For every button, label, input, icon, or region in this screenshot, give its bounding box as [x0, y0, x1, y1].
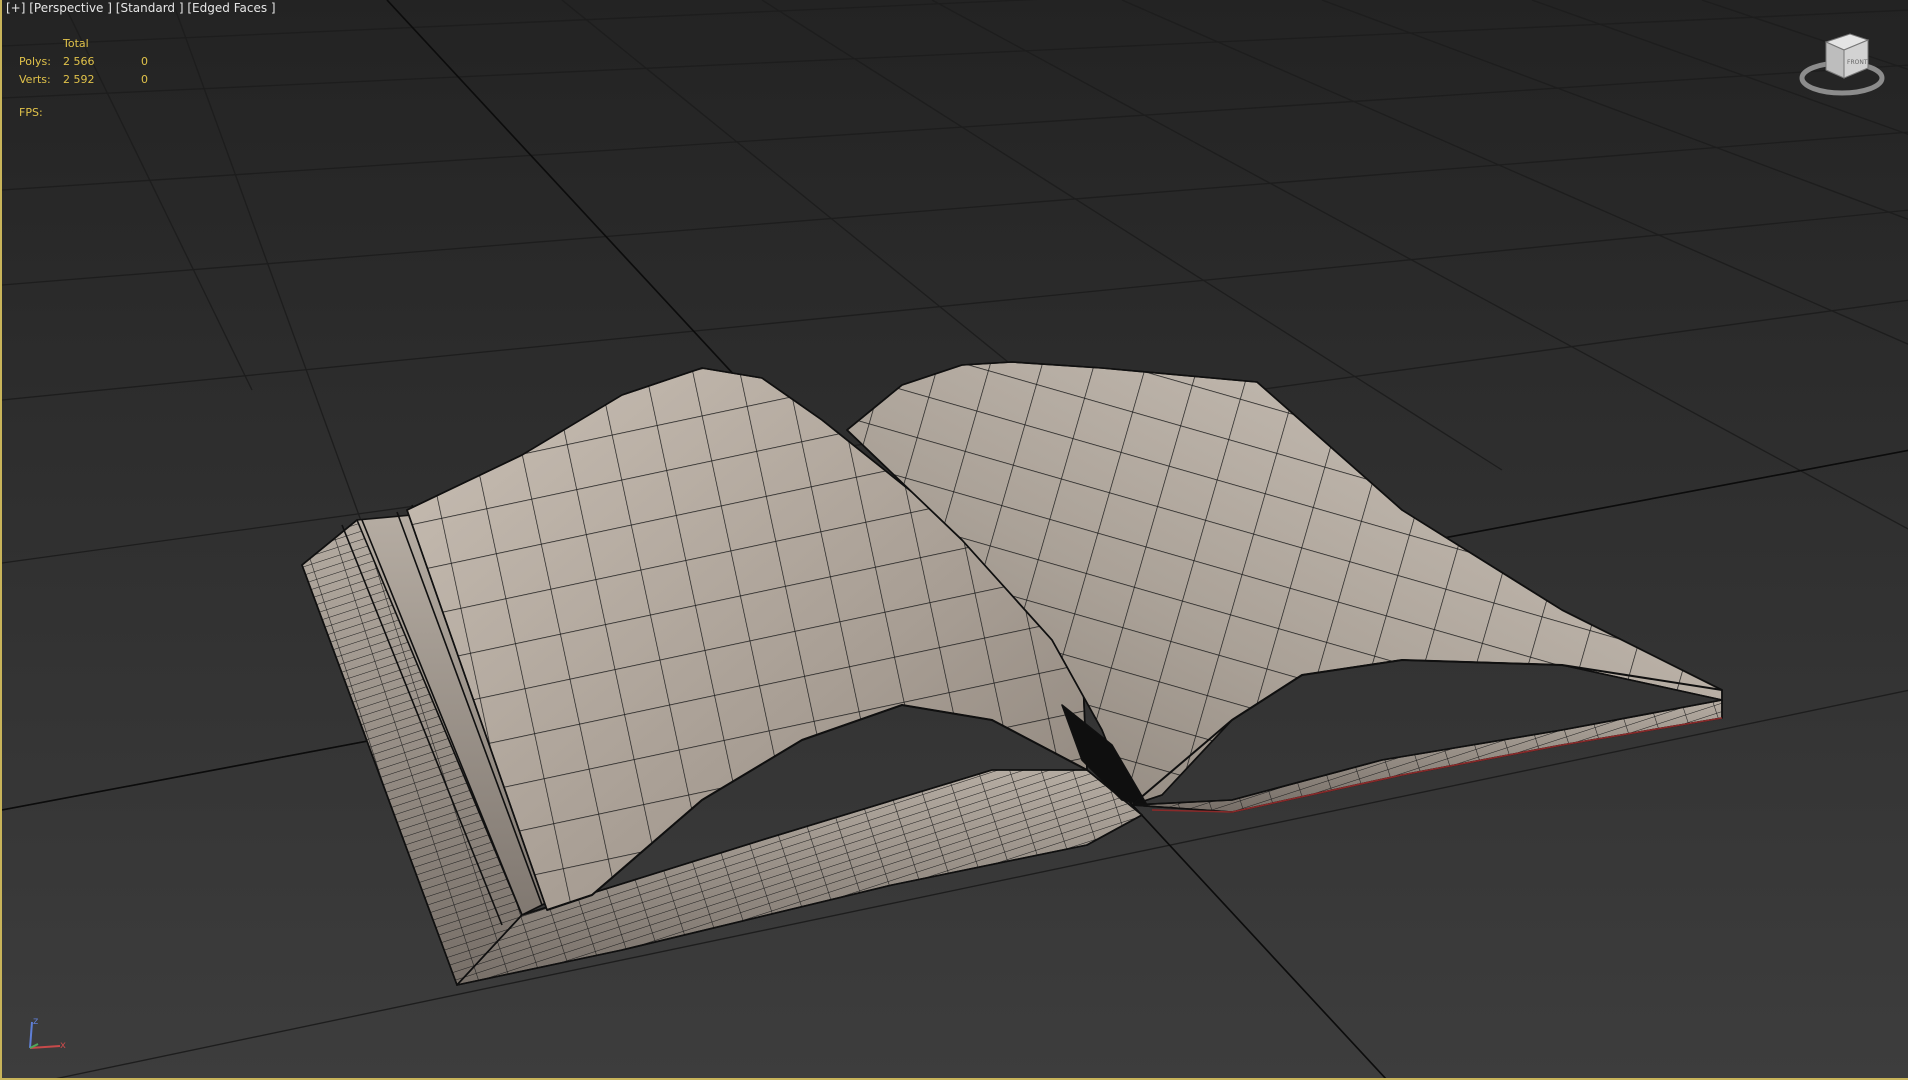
stats-verts-label: Verts:	[19, 73, 51, 86]
viewcube-face-label: FRONT	[1847, 59, 1868, 66]
stats-polys-total: 2 566	[63, 55, 95, 68]
axis-z-label: z	[33, 1016, 38, 1027]
viewcube-icon[interactable]: FRONT	[1794, 26, 1890, 102]
stats-polys-label: Polys:	[19, 55, 51, 68]
scene-statistics: Total Polys: 2 566 0 Verts: 2 592 0	[19, 35, 171, 89]
viewport-view-menu[interactable]: [Perspective ]	[29, 1, 112, 15]
stats-polys-row: Polys: 2 566 0	[19, 53, 171, 71]
stats-total-header: Total	[63, 37, 89, 50]
perspective-viewport[interactable]: [+] [Perspective ] [Standard ] [Edged Fa…	[0, 0, 1908, 1080]
stats-polys-selected: 0	[141, 55, 148, 68]
stats-header-row: Total	[19, 35, 171, 53]
book-mesh	[301, 361, 1723, 986]
viewport-plus-menu[interactable]: [+]	[6, 1, 25, 15]
axis-x-label: x	[60, 1040, 66, 1051]
stats-verts-row: Verts: 2 592 0	[19, 71, 171, 89]
fps-label: FPS:	[19, 106, 43, 119]
viewport-label-menu[interactable]: [+] [Perspective ] [Standard ] [Edged Fa…	[6, 1, 276, 15]
stats-verts-total: 2 592	[63, 73, 95, 86]
viewport-mode-menu[interactable]: [Edged Faces ]	[187, 1, 275, 15]
viewport-scene[interactable]	[2, 0, 1908, 1080]
stats-verts-selected: 0	[141, 73, 148, 86]
viewport-shading-menu[interactable]: [Standard ]	[116, 1, 184, 15]
axis-tripod-icon: x z	[20, 1014, 70, 1054]
